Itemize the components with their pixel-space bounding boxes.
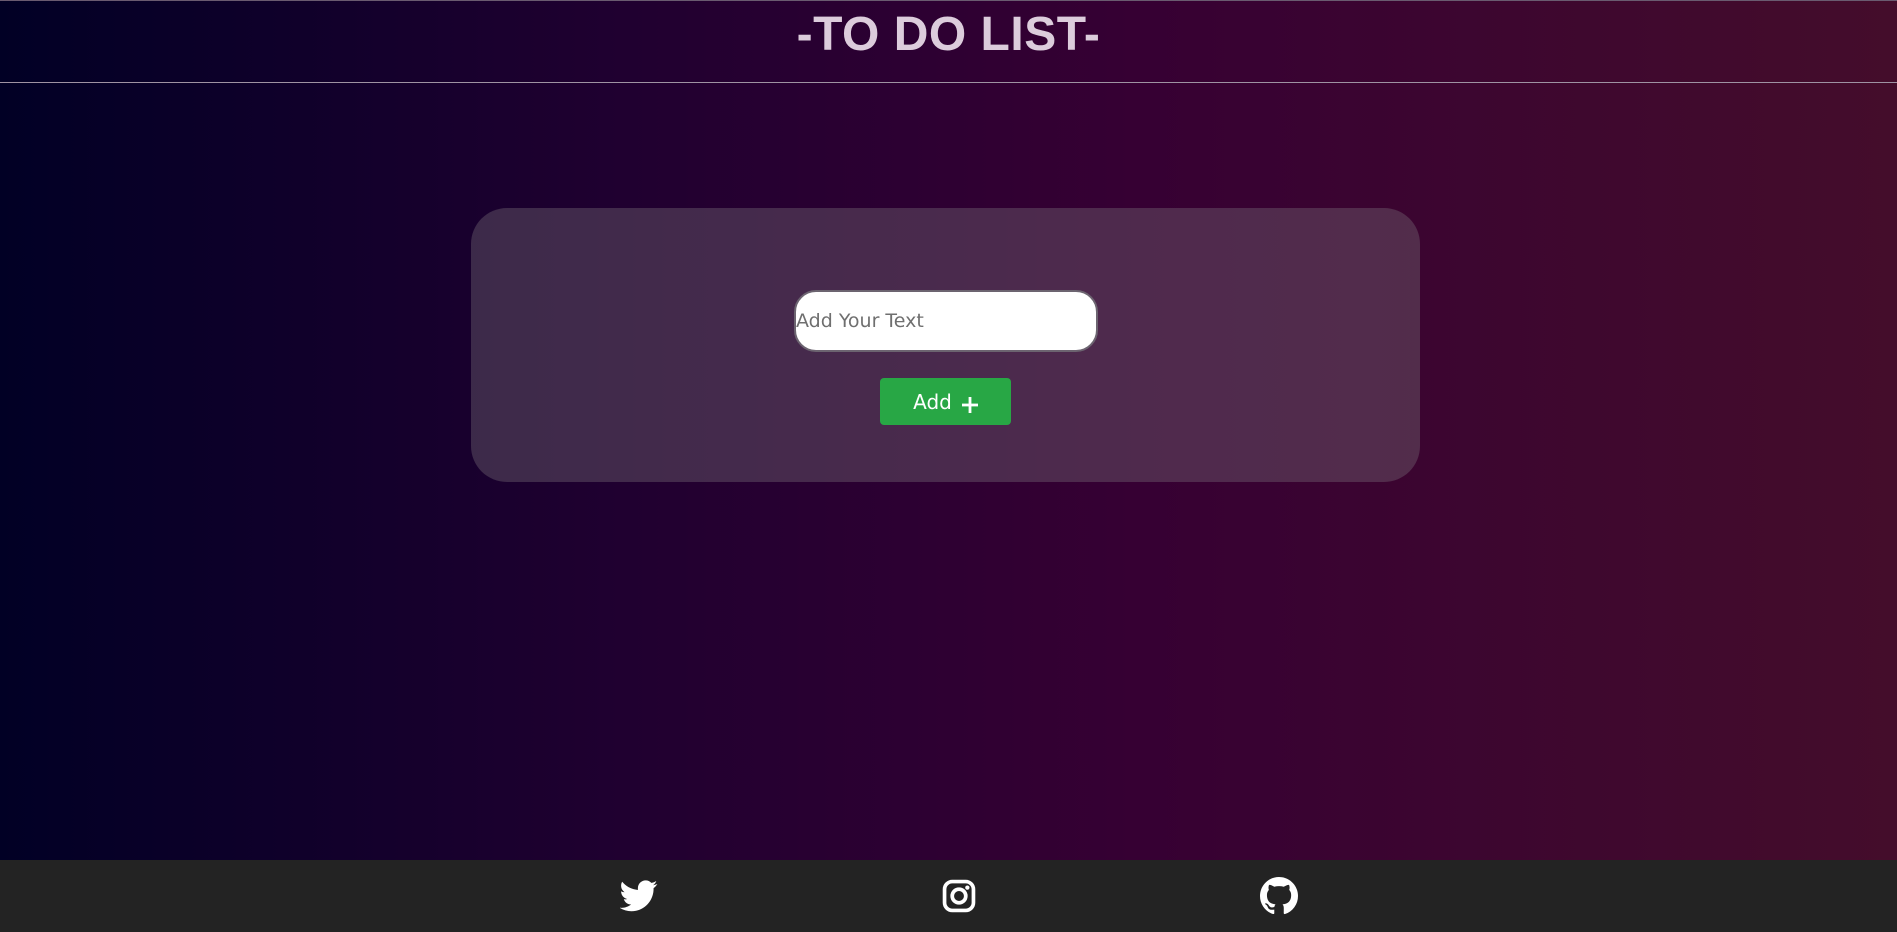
- page-title: -TO DO LIST-: [796, 8, 1101, 61]
- header-bar: -TO DO LIST-: [0, 0, 1897, 83]
- twitter-icon[interactable]: [619, 876, 659, 916]
- add-button[interactable]: Add: [880, 378, 1011, 425]
- plus-icon: [961, 394, 978, 413]
- task-input[interactable]: [794, 290, 1098, 352]
- github-icon[interactable]: [1259, 876, 1299, 916]
- add-button-label: Add: [913, 389, 952, 414]
- instagram-icon[interactable]: [939, 876, 979, 916]
